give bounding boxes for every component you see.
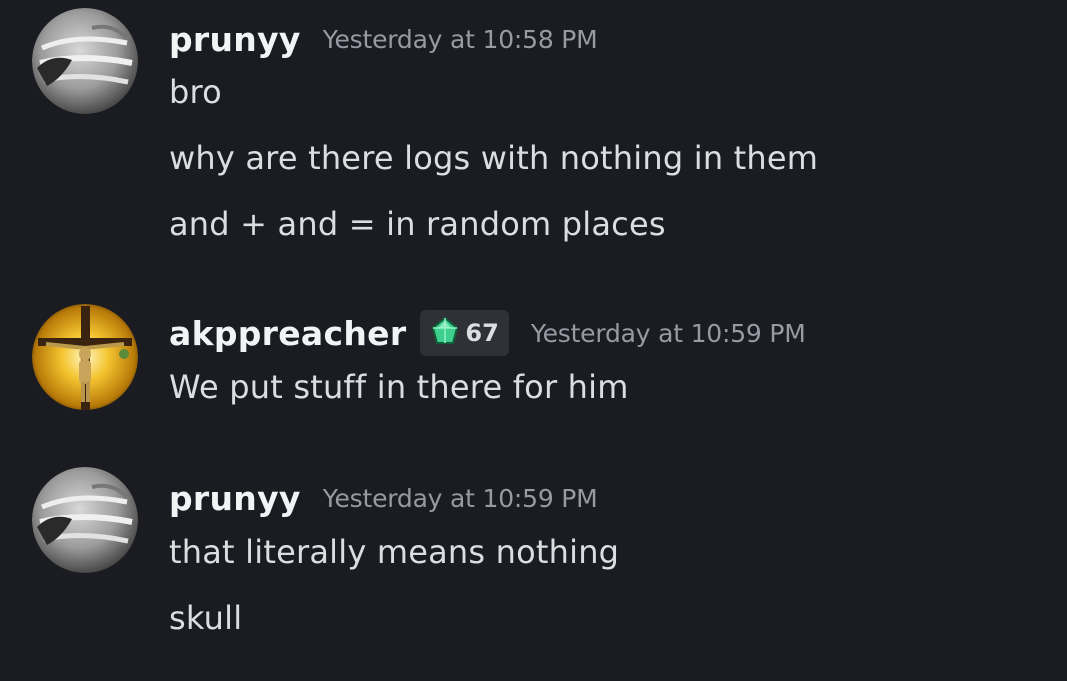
message-header: prunyy Yesterday at 10:58 PM xyxy=(169,20,598,59)
avatar[interactable] xyxy=(32,467,138,573)
timestamp[interactable]: Yesterday at 10:59 PM xyxy=(323,484,598,513)
message-text: why are there logs with nothing in them xyxy=(169,139,819,177)
timestamp[interactable]: Yesterday at 10:58 PM xyxy=(323,25,598,54)
username[interactable]: prunyy xyxy=(169,20,301,59)
username[interactable]: prunyy xyxy=(169,479,301,518)
avatar[interactable] xyxy=(32,304,138,410)
message-text: that literally means nothing xyxy=(169,533,620,571)
avatar[interactable] xyxy=(32,8,138,114)
message-header: akppreacher 67 Yesterday at 10:59 PM xyxy=(169,310,806,356)
message-text: skull xyxy=(169,599,243,637)
message-text: We put stuff in there for him xyxy=(169,368,629,406)
timestamp[interactable]: Yesterday at 10:59 PM xyxy=(531,319,806,348)
message-text: bro xyxy=(169,73,222,111)
message-text: and + and = in random places xyxy=(169,205,666,243)
message-header: prunyy Yesterday at 10:59 PM xyxy=(169,479,598,518)
badge-count: 67 xyxy=(465,319,499,347)
username[interactable]: akppreacher xyxy=(169,314,406,353)
chat-message-list: prunyy Yesterday at 10:58 PM bro why are… xyxy=(0,0,1067,681)
gem-icon xyxy=(430,316,460,350)
user-badge[interactable]: 67 xyxy=(420,310,509,356)
